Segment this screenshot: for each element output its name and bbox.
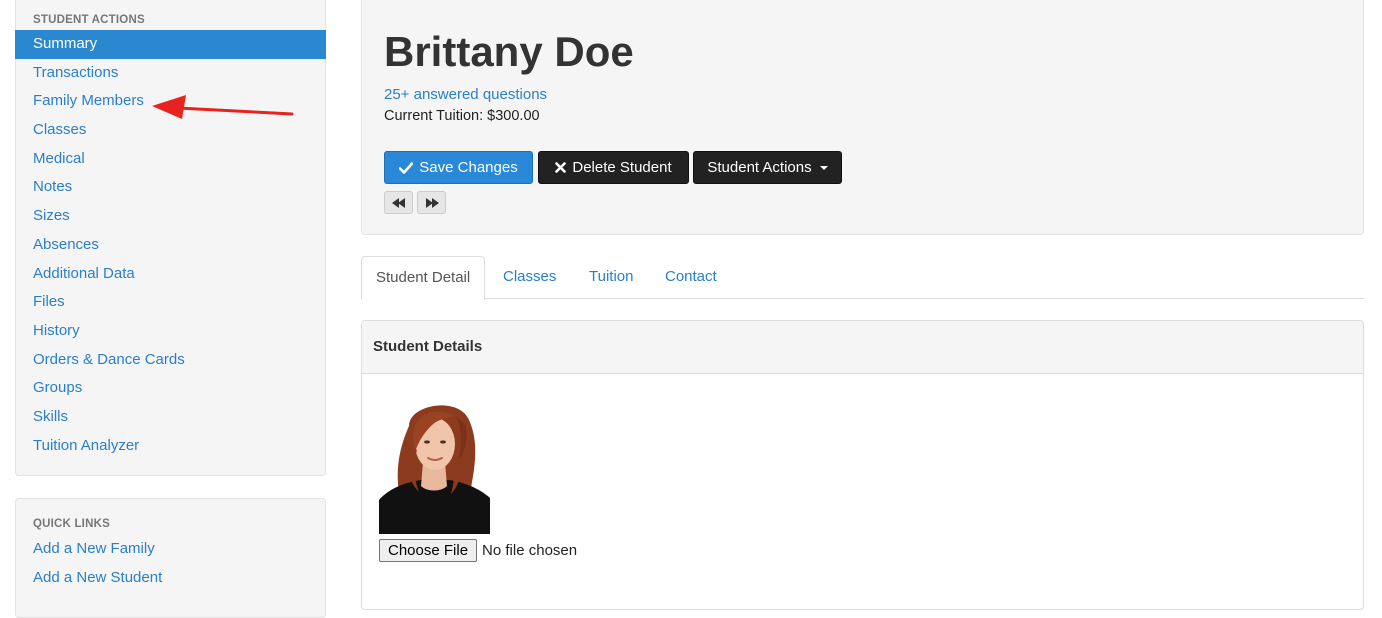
student-actions-header: STUDENT ACTIONS (33, 14, 145, 26)
tab-student-detail[interactable]: Student Detail (361, 256, 486, 300)
student-tabs: Student Detail Classes Tuition Contact (361, 256, 1364, 300)
previous-student-button[interactable] (384, 191, 413, 214)
tab-classes[interactable]: Classes (489, 256, 570, 299)
caret-down-icon (819, 165, 828, 170)
sidebar-item-history[interactable]: History (16, 317, 325, 346)
save-changes-button[interactable]: Save Changes (384, 151, 533, 184)
tab-contact[interactable]: Contact (651, 256, 731, 299)
sidebar-item-notes[interactable]: Notes (16, 173, 325, 202)
choose-file-button[interactable]: Choose File (379, 539, 478, 562)
student-header-well: Brittany Doe 25+ answered questions Curr… (361, 0, 1364, 235)
sidebar-item-orders-dance-cards[interactable]: Orders & Dance Cards (16, 346, 325, 375)
sidebar-item-medical[interactable]: Medical (16, 145, 325, 174)
student-actions-label: Student Actions (707, 159, 812, 176)
student-details-panel: Student Details Choose File No file chos… (361, 320, 1364, 610)
save-changes-label: Save Changes (419, 159, 518, 176)
quick-links-panel: QUICK LINKS Add a New Family Add a New S… (15, 498, 326, 618)
student-photo (379, 396, 490, 534)
student-details-heading: Student Details (362, 321, 1363, 374)
close-icon (555, 162, 567, 173)
sidebar-item-transactions[interactable]: Transactions (16, 59, 325, 88)
check-icon (399, 161, 414, 174)
delete-student-button[interactable]: Delete Student (538, 151, 689, 184)
tab-tuition[interactable]: Tuition (575, 256, 647, 299)
quick-link-add-family[interactable]: Add a New Family (16, 535, 325, 564)
student-actions-panel: STUDENT ACTIONS Summary Transactions Fam… (15, 0, 326, 476)
sidebar-item-sizes[interactable]: Sizes (16, 202, 325, 231)
page-title: Brittany Doe (384, 28, 634, 75)
student-actions-dropdown[interactable]: Student Actions (693, 151, 842, 184)
sidebar-item-summary[interactable]: Summary (15, 30, 326, 59)
quick-link-add-student[interactable]: Add a New Student (16, 564, 325, 593)
sidebar-item-skills[interactable]: Skills (16, 403, 325, 432)
fast-forward-icon (425, 197, 439, 208)
current-tuition-text: Current Tuition: $300.00 (384, 108, 540, 124)
sidebar-item-absences[interactable]: Absences (16, 231, 325, 260)
next-student-button[interactable] (417, 191, 446, 214)
quick-links-header: QUICK LINKS (33, 518, 110, 530)
sidebar-item-files[interactable]: Files (16, 288, 325, 317)
annotation-arrow-icon (152, 95, 294, 119)
file-upload-row: Choose File No file chosen (379, 539, 577, 562)
no-file-chosen-text: No file chosen (482, 542, 578, 559)
sidebar-item-tuition-analyzer[interactable]: Tuition Analyzer (16, 432, 325, 461)
sidebar-item-additional-data[interactable]: Additional Data (16, 260, 325, 289)
fast-backward-icon (391, 197, 405, 208)
answered-questions-link[interactable]: 25+ answered questions (384, 86, 547, 103)
sidebar-item-groups[interactable]: Groups (16, 374, 325, 403)
delete-student-label: Delete Student (572, 159, 672, 176)
